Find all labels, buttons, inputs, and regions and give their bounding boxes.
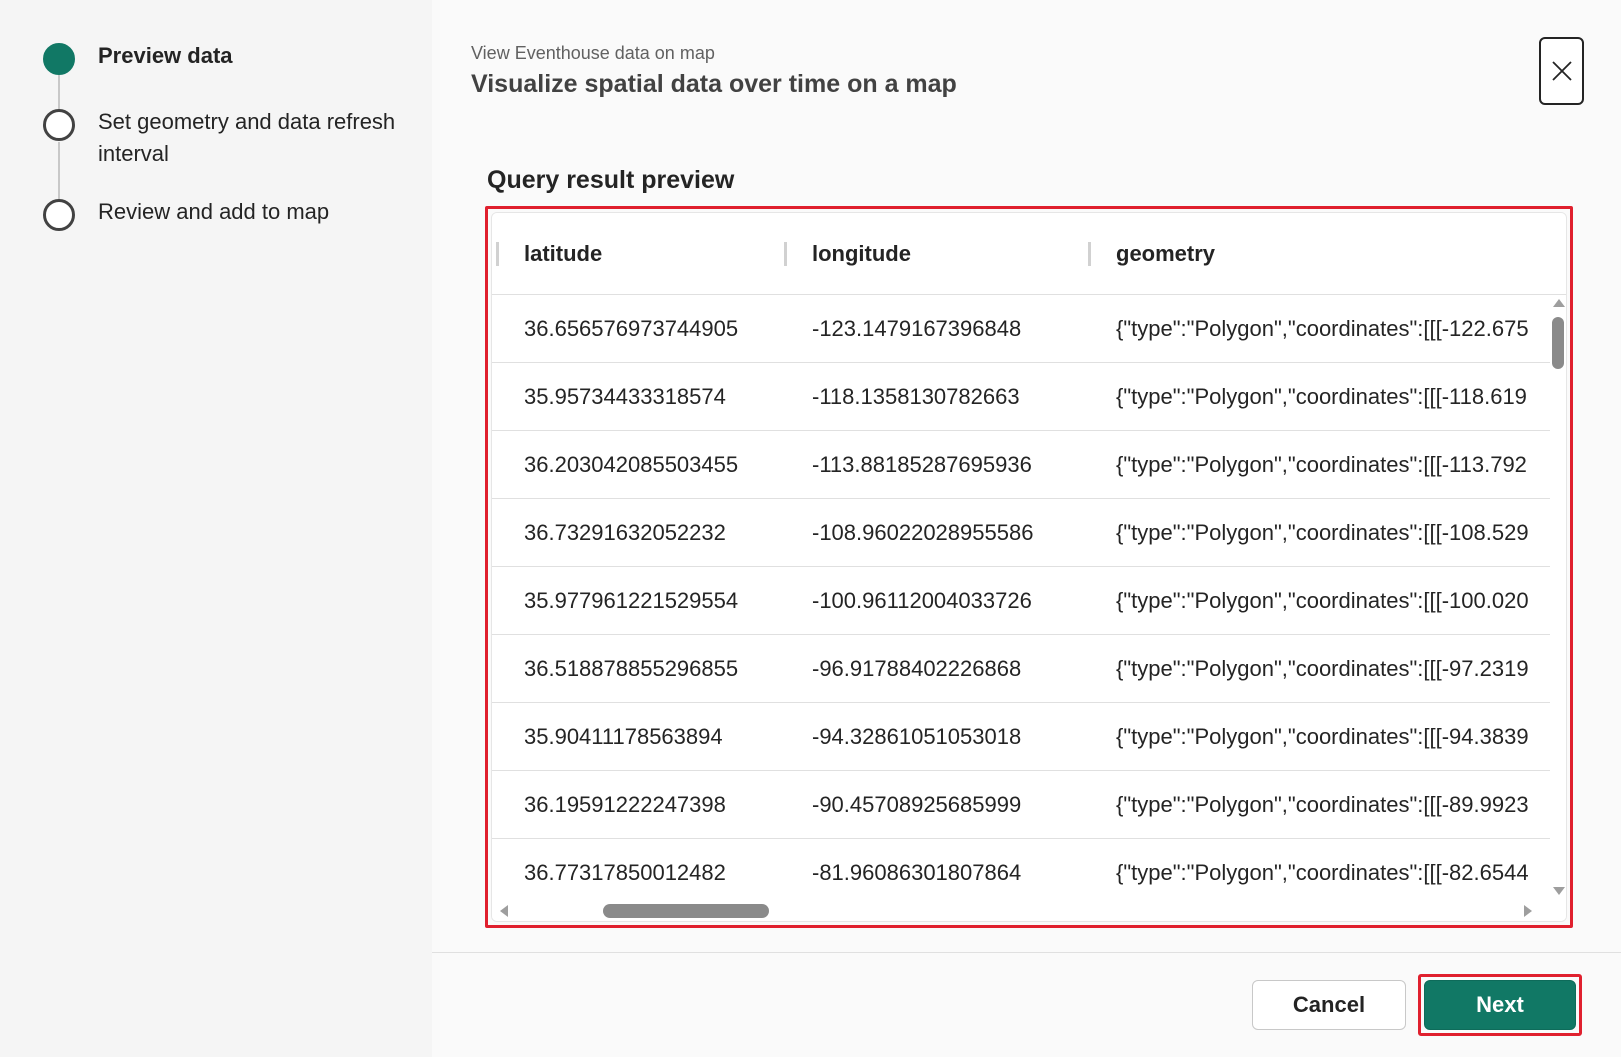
step-active-indicator-icon xyxy=(43,43,75,75)
step-label: Review and add to map xyxy=(98,199,330,224)
step-label: Set geometry and data refresh interval xyxy=(98,109,396,166)
table-highlight-frame xyxy=(485,206,1573,928)
stepper-connector xyxy=(58,142,60,201)
close-button[interactable] xyxy=(1539,37,1584,105)
stepper-connector xyxy=(58,75,60,113)
close-icon xyxy=(1551,61,1572,81)
main-panel: View Eventhouse data on map Visualize sp… xyxy=(432,0,1621,1057)
section-title: Query result preview xyxy=(487,166,735,194)
next-button[interactable]: Next xyxy=(1424,980,1576,1030)
dialog-title: Visualize spatial data over time on a ma… xyxy=(471,70,957,98)
step-indicator-icon xyxy=(43,109,75,141)
dialog-subtitle: View Eventhouse data on map xyxy=(471,43,715,63)
cancel-button[interactable]: Cancel xyxy=(1252,980,1406,1030)
footer-divider xyxy=(432,952,1621,953)
stepper-panel: Preview data Set geometry and data refre… xyxy=(0,0,432,1057)
step-label: Preview data xyxy=(98,43,233,68)
step-indicator-icon xyxy=(43,199,75,231)
dialog: Preview data Set geometry and data refre… xyxy=(0,0,1621,1057)
